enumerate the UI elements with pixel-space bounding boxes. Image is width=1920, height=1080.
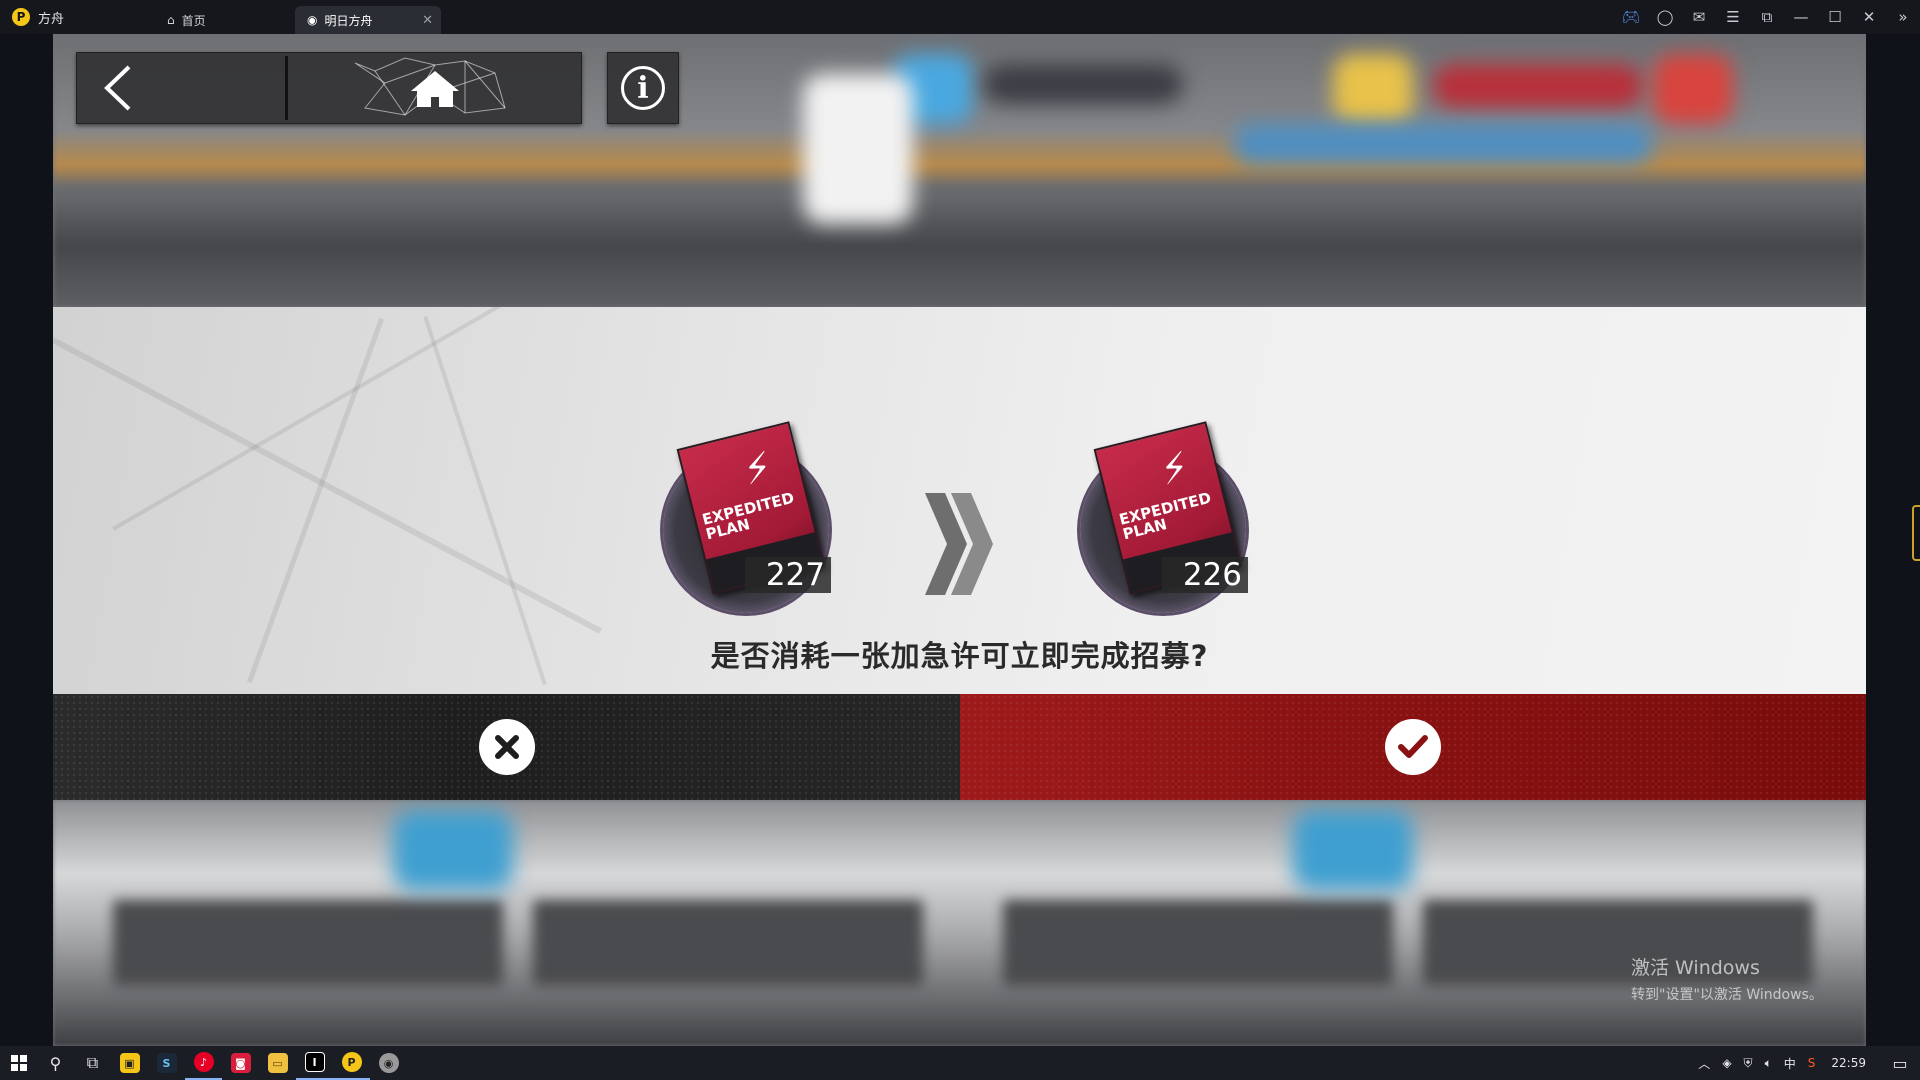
- blurred-blob: [1293, 810, 1413, 890]
- input-method[interactable]: 中: [1778, 1055, 1802, 1072]
- blurred-blob: [393, 810, 513, 890]
- tray-sogou-icon[interactable]: S: [1802, 1056, 1822, 1070]
- steam-icon[interactable]: S: [148, 1046, 185, 1080]
- info-button[interactable]: i: [607, 52, 679, 124]
- confirm-button[interactable]: [960, 694, 1866, 800]
- system-tray: ︿ ◈ ⛨ 🔈︎ 中 S 22:59 ▭: [1692, 1046, 1920, 1080]
- expand-sidebar-icon[interactable]: »: [1886, 8, 1920, 26]
- lightning-icon: ⚡︎: [1155, 443, 1195, 495]
- close-icon[interactable]: ✕: [1852, 8, 1886, 26]
- home-icon: ⌂: [167, 13, 175, 27]
- tab-home[interactable]: ⌂ 首页: [155, 6, 295, 34]
- app-red-icon[interactable]: ◙: [222, 1046, 259, 1080]
- minimize-icon[interactable]: —: [1784, 8, 1818, 26]
- restore-window-icon[interactable]: ⧉: [1750, 8, 1784, 26]
- app-ide-icon[interactable]: I: [296, 1046, 333, 1080]
- tab-close-icon[interactable]: ✕: [422, 13, 433, 28]
- activation-subtitle: 转到"设置"以激活 Windows。: [1631, 987, 1823, 1003]
- activation-title: 激活 Windows: [1631, 957, 1760, 979]
- app-logo-icon: P: [12, 8, 30, 26]
- decor-line: [246, 317, 385, 684]
- checkmark-icon: [1385, 719, 1441, 775]
- app-yellow-icon[interactable]: ▣: [111, 1046, 148, 1080]
- double-chevron-right-icon: [925, 493, 993, 595]
- blurred-blob: [983, 64, 1183, 104]
- decor-line: [112, 307, 565, 531]
- netease-music-icon[interactable]: ♪: [185, 1046, 222, 1080]
- file-explorer-icon[interactable]: ▭: [259, 1046, 296, 1080]
- item-count-after: 226: [1162, 557, 1248, 593]
- home-button[interactable]: [288, 52, 581, 124]
- blurred-background-bottom: [53, 800, 1866, 1046]
- close-icon: [478, 719, 535, 775]
- gamepad-icon[interactable]: 🎮︎: [1614, 8, 1648, 26]
- blurred-blob: [1433, 64, 1643, 108]
- volume-icon[interactable]: 🔈︎: [1759, 1056, 1778, 1071]
- windows-start-icon[interactable]: [0, 1046, 37, 1080]
- item-count-before: 227: [745, 557, 831, 593]
- window-controls: 🎮︎ ◯ ✉ ☰ ⧉ — ☐ ✕ »: [1614, 0, 1920, 34]
- decor-line: [423, 315, 547, 686]
- tab-arknights[interactable]: ◉ 明日方舟 ✕: [295, 6, 441, 34]
- blurred-panel: [533, 900, 923, 986]
- expedited-plan-after: ⚡︎ EXPEDITED PLAN 226: [1080, 421, 1250, 613]
- back-arrow-icon: [104, 65, 131, 111]
- game-viewport: i ⚡︎ EXPEDITED PLAN 227 ⚡︎ EXPEDITED PLA…: [53, 34, 1866, 1046]
- decor-line: [53, 337, 602, 634]
- emulator-titlebar: P 方舟 ⌂ 首页 ◉ 明日方舟 ✕ 🎮︎ ◯ ✉ ☰ ⧉ — ☐ ✕ »: [0, 0, 1920, 34]
- tab-home-label: 首页: [181, 13, 206, 28]
- app-brand[interactable]: P 方舟: [0, 8, 155, 27]
- tray-app-icon[interactable]: ◈: [1716, 1056, 1737, 1070]
- arknights-icon[interactable]: ◉: [370, 1046, 407, 1080]
- cancel-button[interactable]: [53, 694, 960, 800]
- card-text: EXPEDITED PLAN: [1117, 489, 1216, 544]
- arknights-icon: ◉: [307, 13, 318, 27]
- shield-icon[interactable]: ⛨: [1738, 1056, 1759, 1071]
- blurred-panel: [1003, 900, 1393, 986]
- top-nav-bar: [76, 52, 582, 124]
- back-button[interactable]: [77, 52, 285, 124]
- blurred-blob: [1233, 124, 1653, 164]
- card-text: EXPEDITED PLAN: [700, 489, 799, 544]
- emulator-icon[interactable]: P: [333, 1046, 370, 1080]
- search-icon[interactable]: ⚲: [37, 1046, 74, 1080]
- blurred-panel: [113, 900, 503, 986]
- windows-taskbar: ⚲ ⧉ ▣ S ♪ ◙ ▭ I P ◉ ︿ ◈ ⛨ 🔈︎ 中 S 22:59 ▭: [0, 1046, 1920, 1080]
- maximize-icon[interactable]: ☐: [1818, 8, 1852, 26]
- windows-activation-watermark: 激活 Windows 转到"设置"以激活 Windows。: [1631, 953, 1823, 1004]
- info-icon: i: [621, 66, 665, 110]
- dialog-question: 是否消耗一张加急许可立即完成招募?: [710, 639, 1209, 673]
- expedited-plan-before: ⚡︎ EXPEDITED PLAN 227: [663, 421, 833, 613]
- mail-icon[interactable]: ✉: [1682, 8, 1716, 26]
- tab-arknights-label: 明日方舟: [324, 13, 373, 28]
- lightning-icon: ⚡︎: [738, 443, 778, 495]
- task-view-icon[interactable]: ⧉: [74, 1046, 111, 1080]
- blurred-blob: [1653, 54, 1733, 124]
- sidebar-handle[interactable]: [1912, 505, 1920, 561]
- clock[interactable]: 22:59: [1821, 1056, 1880, 1070]
- blurred-blob: [1333, 54, 1413, 124]
- menu-icon[interactable]: ☰: [1716, 8, 1750, 26]
- notification-icon[interactable]: ▭: [1880, 1054, 1920, 1073]
- left-margin: [0, 34, 53, 1046]
- blurred-blob: [803, 74, 913, 224]
- confirm-dialog: ⚡︎ EXPEDITED PLAN 227 ⚡︎ EXPEDITED PLAN: [53, 307, 1866, 694]
- app-name: 方舟: [38, 11, 65, 27]
- chevron-up-icon[interactable]: ︿: [1692, 1055, 1716, 1072]
- account-icon[interactable]: ◯: [1648, 8, 1682, 26]
- home-icon: [354, 57, 506, 116]
